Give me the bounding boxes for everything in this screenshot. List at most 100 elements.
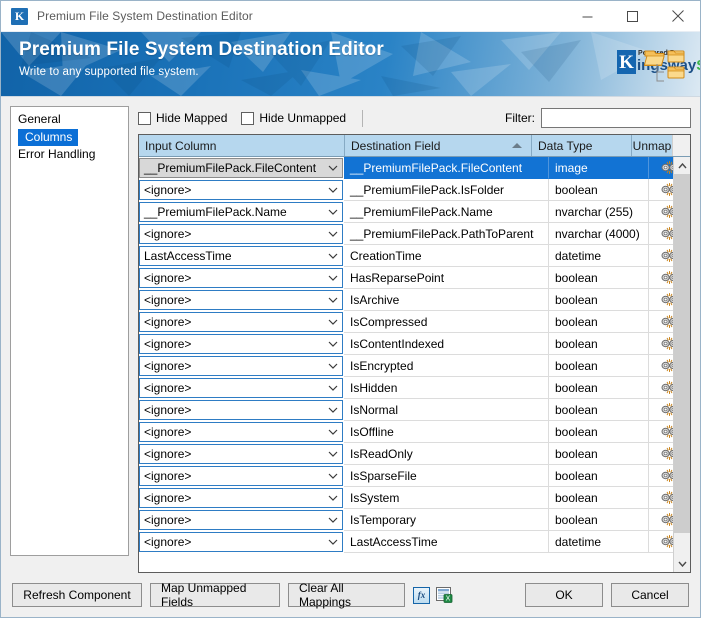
table-row[interactable]: <ignore> IsArchive boolean: [139, 289, 690, 311]
sidebar-item-general[interactable]: General: [11, 111, 128, 128]
input-column-dropdown[interactable]: <ignore>: [139, 400, 343, 420]
input-column-dropdown-arrow[interactable]: [324, 165, 342, 171]
filter-input[interactable]: [541, 108, 691, 128]
hide-unmapped-checkbox-box[interactable]: [241, 111, 255, 125]
table-row[interactable]: <ignore> IsTemporary boolean: [139, 509, 690, 531]
column-header-unmap[interactable]: Unmap: [631, 135, 672, 156]
data-type-cell: boolean: [549, 179, 649, 201]
input-column-dropdown-value: <ignore>: [144, 381, 192, 395]
data-type-cell: boolean: [549, 267, 649, 289]
input-column-dropdown[interactable]: <ignore>: [139, 356, 343, 376]
chevron-down-icon: [328, 495, 338, 501]
scroll-down-button[interactable]: [674, 555, 690, 572]
input-column-dropdown-arrow[interactable]: [324, 187, 342, 193]
input-column-dropdown[interactable]: <ignore>: [139, 466, 343, 486]
map-unmapped-fields-button[interactable]: Map Unmapped Fields: [150, 581, 280, 609]
export-grid-icon[interactable]: X: [436, 587, 453, 604]
table-row[interactable]: <ignore> IsSystem boolean: [139, 487, 690, 509]
input-column-dropdown[interactable]: <ignore>: [139, 268, 343, 288]
input-column-dropdown-arrow[interactable]: [324, 429, 342, 435]
close-button[interactable]: [655, 1, 700, 31]
input-column-dropdown[interactable]: __PremiumFilePack.Name: [139, 202, 343, 222]
destination-field-cell: LastAccessTime: [344, 531, 549, 553]
cancel-button[interactable]: Cancel: [611, 583, 689, 607]
chevron-down-icon: [328, 275, 338, 281]
input-column-dropdown-arrow[interactable]: [324, 385, 342, 391]
input-column-dropdown-arrow[interactable]: [324, 539, 342, 545]
input-column-dropdown[interactable]: <ignore>: [139, 290, 343, 310]
input-column-dropdown-arrow[interactable]: [324, 407, 342, 413]
logo-soft-text: Soft: [696, 57, 700, 74]
input-column-dropdown[interactable]: <ignore>: [139, 444, 343, 464]
destination-field-cell: IsSystem: [344, 487, 549, 509]
hide-unmapped-checkbox[interactable]: Hide Unmapped: [241, 111, 346, 125]
logo-k-mark: K: [617, 50, 636, 74]
grid-vertical-scrollbar[interactable]: [673, 157, 690, 572]
chevron-down-icon: [328, 473, 338, 479]
table-row[interactable]: <ignore> IsSparseFile boolean: [139, 465, 690, 487]
column-header-input[interactable]: Input Column: [139, 135, 344, 156]
refresh-component-button[interactable]: Refresh Component: [12, 583, 142, 607]
input-column-dropdown[interactable]: <ignore>: [139, 378, 343, 398]
clear-all-mappings-button[interactable]: Clear All Mappings: [288, 581, 405, 609]
input-column-dropdown[interactable]: LastAccessTime: [139, 246, 343, 266]
ok-button[interactable]: OK: [525, 583, 603, 607]
title-bar: K Premium File System Destination Editor: [1, 1, 700, 32]
table-row[interactable]: <ignore> IsContentIndexed boolean: [139, 333, 690, 355]
settings-nav-list[interactable]: General Columns Error Handling: [10, 106, 129, 556]
input-column-dropdown[interactable]: <ignore>: [139, 422, 343, 442]
input-column-dropdown-value: <ignore>: [144, 425, 192, 439]
maximize-button[interactable]: [610, 1, 655, 31]
minimize-button[interactable]: [565, 1, 610, 31]
table-row[interactable]: LastAccessTime CreationTime datetime: [139, 245, 690, 267]
input-column-dropdown[interactable]: <ignore>: [139, 180, 343, 200]
column-header-datatype[interactable]: Data Type: [531, 135, 631, 156]
scroll-thumb[interactable]: [674, 174, 690, 533]
sidebar-item-error-handling[interactable]: Error Handling: [11, 146, 128, 163]
input-column-dropdown-arrow[interactable]: [324, 253, 342, 259]
scroll-track[interactable]: [674, 174, 690, 555]
input-column-dropdown-value: <ignore>: [144, 535, 192, 549]
table-row[interactable]: <ignore> LastAccessTime datetime: [139, 531, 690, 553]
table-row[interactable]: __PremiumFilePack.Name __PremiumFilePack.…: [139, 201, 690, 223]
input-column-dropdown-arrow[interactable]: [324, 363, 342, 369]
input-column-dropdown[interactable]: <ignore>: [139, 532, 343, 552]
table-row[interactable]: <ignore> HasReparsePoint boolean: [139, 267, 690, 289]
table-row[interactable]: __PremiumFilePack.FileContent __PremiumFi…: [139, 157, 690, 179]
input-column-dropdown[interactable]: <ignore>: [139, 224, 343, 244]
input-column-dropdown-arrow[interactable]: [324, 473, 342, 479]
hide-mapped-checkbox[interactable]: Hide Mapped: [138, 111, 227, 125]
table-row[interactable]: <ignore> IsOffline boolean: [139, 421, 690, 443]
input-column-dropdown[interactable]: <ignore>: [139, 488, 343, 508]
table-row[interactable]: <ignore> __PremiumFilePack.PathToParent nv…: [139, 223, 690, 245]
sort-ascending-icon: [512, 143, 522, 148]
scroll-up-button[interactable]: [674, 157, 690, 174]
input-column-dropdown[interactable]: <ignore>: [139, 510, 343, 530]
table-row[interactable]: <ignore> IsReadOnly boolean: [139, 443, 690, 465]
hide-mapped-checkbox-box[interactable]: [138, 111, 151, 125]
sidebar-item-columns-label: Columns: [18, 129, 79, 146]
table-row[interactable]: <ignore> IsHidden boolean: [139, 377, 690, 399]
table-row[interactable]: <ignore> IsCompressed boolean: [139, 311, 690, 333]
input-column-dropdown-arrow[interactable]: [324, 319, 342, 325]
input-column-dropdown-value: <ignore>: [144, 359, 192, 373]
input-column-dropdown-arrow[interactable]: [324, 297, 342, 303]
input-column-dropdown-arrow[interactable]: [324, 341, 342, 347]
input-column-dropdown-arrow[interactable]: [324, 517, 342, 523]
input-column-dropdown-arrow[interactable]: [324, 231, 342, 237]
table-row[interactable]: <ignore> __PremiumFilePack.IsFolder boolea…: [139, 179, 690, 201]
function-fx-icon[interactable]: fx: [413, 586, 430, 604]
input-column-dropdown[interactable]: __PremiumFilePack.FileContent: [139, 158, 343, 178]
sidebar-item-columns[interactable]: Columns: [11, 128, 128, 146]
input-column-dropdown[interactable]: <ignore>: [139, 334, 343, 354]
destination-field-cell: __PremiumFilePack.PathToParent: [344, 223, 549, 245]
column-header-destination[interactable]: Destination Field: [344, 135, 531, 156]
input-column-dropdown[interactable]: <ignore>: [139, 312, 343, 332]
input-column-dropdown-value: <ignore>: [144, 513, 192, 527]
input-column-dropdown-arrow[interactable]: [324, 209, 342, 215]
input-column-dropdown-arrow[interactable]: [324, 495, 342, 501]
table-row[interactable]: <ignore> IsEncrypted boolean: [139, 355, 690, 377]
input-column-dropdown-arrow[interactable]: [324, 275, 342, 281]
table-row[interactable]: <ignore> IsNormal boolean: [139, 399, 690, 421]
input-column-dropdown-arrow[interactable]: [324, 451, 342, 457]
